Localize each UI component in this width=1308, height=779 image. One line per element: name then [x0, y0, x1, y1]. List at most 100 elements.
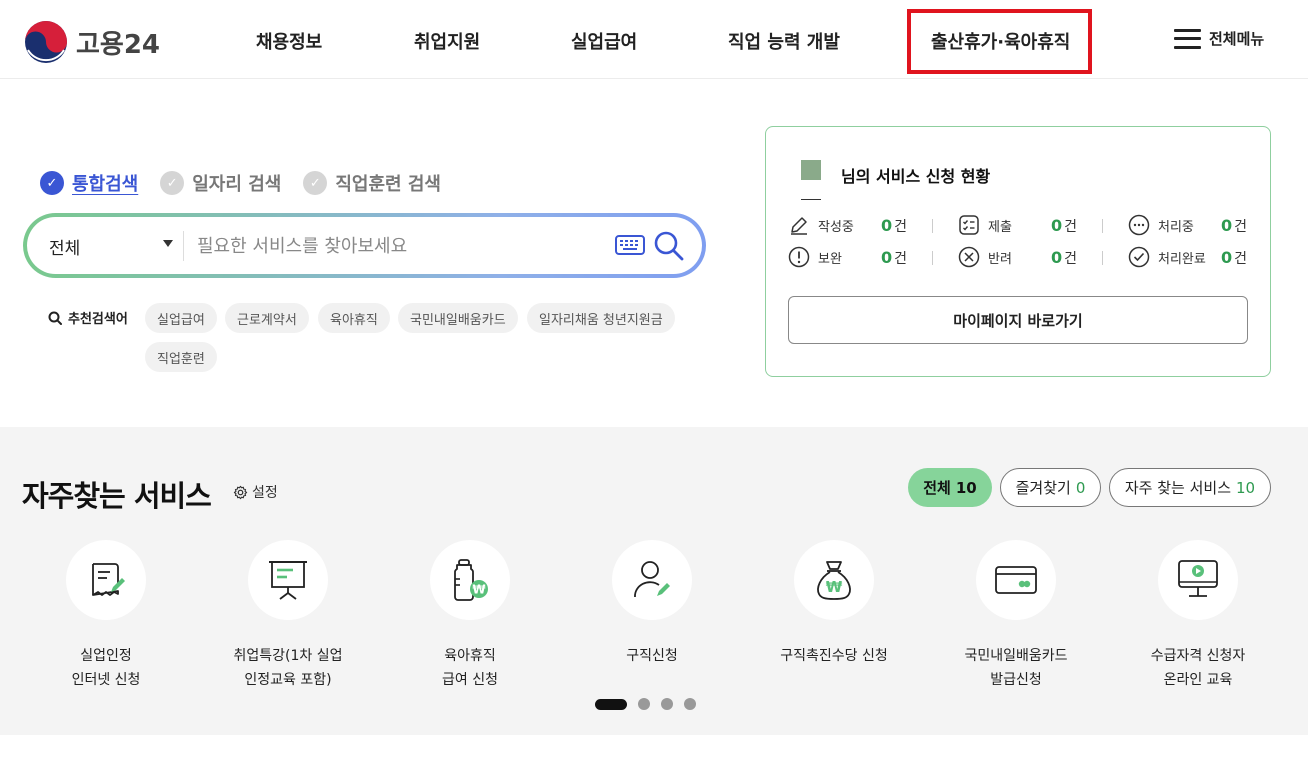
status-completed[interactable]: 처리완료	[1128, 246, 1206, 268]
checklist-icon	[959, 215, 979, 235]
status-count: 0건	[1051, 216, 1077, 236]
logo-text: 고용24	[76, 29, 161, 60]
carousel-dot-3[interactable]	[661, 698, 673, 710]
tab-training-search[interactable]: ✓ 직업훈련 검색	[303, 170, 441, 196]
service-unemployment-recognition[interactable]: 실업인정 인터넷 신청	[15, 540, 197, 692]
status-label: 반려	[988, 251, 1012, 267]
nav-employment-support[interactable]: 취업지원	[414, 28, 480, 54]
status-label: 처리중	[1158, 219, 1194, 235]
nav-unemployment-benefit[interactable]: 실업급여	[571, 28, 637, 54]
status-writing[interactable]: 작성중	[788, 214, 854, 236]
caret-down-icon[interactable]	[163, 240, 173, 247]
document-pen-icon	[92, 563, 125, 596]
tab-integrated-search[interactable]: ✓ 통합검색	[40, 170, 138, 196]
search-tabs: ✓ 통합검색 ✓ 일자리 검색 ✓ 직업훈련 검색	[40, 170, 441, 196]
status-supplement[interactable]: 보완	[788, 246, 842, 268]
all-menu-label: 전체메뉴	[1209, 30, 1265, 48]
status-label: 작성중	[818, 219, 854, 235]
filter-all[interactable]: 전체 10	[908, 468, 992, 507]
service-label: 구직신청	[626, 648, 678, 664]
service-employment-lecture[interactable]: 취업특강(1차 실업 인정교육 포함)	[197, 540, 379, 692]
filter-count: 10	[1236, 478, 1256, 497]
divider	[932, 251, 933, 265]
count-unit: 건	[1234, 251, 1248, 267]
status-rejected[interactable]: 반려	[958, 246, 1012, 268]
check-icon: ✓	[40, 171, 64, 195]
service-label: 구직촉진수당 신청	[780, 648, 888, 664]
nav-highlight-box	[907, 9, 1092, 74]
service-job-application[interactable]: 구직신청	[561, 540, 743, 668]
carousel-dot-4[interactable]	[684, 698, 696, 710]
search-icon	[48, 311, 62, 325]
service-label: 국민내일배움카드 발급신청	[964, 648, 1068, 688]
divider	[1102, 219, 1103, 233]
avatar	[801, 160, 821, 180]
recommend-label: 추천검색어	[48, 308, 128, 327]
service-label: 취업특강(1차 실업 인정교육 포함)	[233, 648, 343, 688]
gear-icon	[233, 485, 248, 499]
filter-count: 10	[955, 478, 977, 497]
count-value: 0	[1221, 248, 1233, 267]
service-job-promotion-allowance[interactable]: ₩ 구직촉진수당 신청	[743, 540, 925, 668]
keyword-chip[interactable]: 실업급여	[145, 303, 217, 333]
search-icon[interactable]	[653, 230, 685, 262]
nav-recruit-info[interactable]: 채용정보	[256, 28, 322, 54]
tab-job-search[interactable]: ✓ 일자리 검색	[160, 170, 281, 196]
card-icon	[995, 566, 1037, 594]
keyword-chip[interactable]: 근로계약서	[225, 303, 309, 333]
nav-vocational-training[interactable]: 직업 능력 개발	[728, 28, 840, 54]
filter-favorites[interactable]: 즐겨찾기 0	[1000, 468, 1101, 507]
service-online-education[interactable]: 수급자격 신청자 온라인 교육	[1107, 540, 1289, 692]
keyword-chip[interactable]: 직업훈련	[145, 342, 217, 372]
divider	[1102, 251, 1103, 265]
status-count: 0건	[1051, 248, 1077, 268]
status-count: 0건	[881, 216, 907, 236]
service-icon-circle	[248, 540, 328, 620]
service-label: 수급자격 신청자 온라인 교육	[1150, 648, 1246, 688]
service-icon-circle	[976, 540, 1056, 620]
recommend-label-text: 추천검색어	[68, 312, 128, 327]
service-icon-circle	[612, 540, 692, 620]
search-scope-select[interactable]: 전체	[49, 234, 80, 259]
count-value: 0	[1051, 248, 1063, 267]
check-icon: ✓	[303, 171, 328, 195]
exclamation-icon	[788, 246, 810, 268]
keyword-chip[interactable]: 육아휴직	[318, 303, 390, 333]
monitor-play-icon	[1178, 560, 1218, 597]
count-unit: 건	[894, 219, 908, 235]
x-circle-icon	[958, 246, 980, 268]
service-icon-circle: ₩	[794, 540, 874, 620]
check-icon: ✓	[160, 171, 185, 195]
status-submitted[interactable]: 제출	[958, 214, 1012, 236]
settings-button[interactable]: 설정	[233, 482, 278, 502]
service-status-panel: 님의 서비스 신청 현황 작성중 0건 제출 0건 처리중 0건 보완 0건 반…	[765, 126, 1271, 377]
keyboard-icon[interactable]	[615, 235, 645, 255]
carousel-dot-1[interactable]	[595, 698, 627, 710]
svg-text:₩: ₩	[472, 583, 486, 597]
status-count: 0건	[1221, 216, 1247, 236]
tab-label: 직업훈련 검색	[335, 174, 441, 195]
count-value: 0	[1221, 216, 1233, 235]
settings-label: 설정	[252, 485, 278, 501]
check-circle-icon	[1128, 246, 1150, 268]
divider	[801, 199, 821, 200]
keyword-chip[interactable]: 일자리채움 청년지원금	[527, 303, 675, 333]
filter-label: 전체	[923, 479, 951, 497]
service-label: 육아휴직 급여 신청	[442, 648, 498, 688]
filter-frequent[interactable]: 자주 찾는 서비스 10	[1109, 468, 1271, 507]
keyword-chip[interactable]: 국민내일배움카드	[398, 303, 518, 333]
search-input[interactable]	[197, 227, 607, 265]
search-inner: 전체	[27, 217, 702, 274]
all-menu-button[interactable]: 전체메뉴	[1174, 28, 1264, 49]
mypage-button[interactable]: 마이페이지 바로가기	[788, 296, 1248, 344]
status-processing[interactable]: 처리중	[1128, 214, 1194, 236]
count-value: 0	[1051, 216, 1063, 235]
hamburger-icon	[1174, 28, 1201, 49]
divider	[183, 231, 184, 261]
service-parental-leave-benefit[interactable]: ₩ 육아휴직 급여 신청	[379, 540, 561, 692]
site-logo[interactable]: 고용24	[24, 20, 160, 64]
frequent-services-section: 자주찾는 서비스 설정 전체 10 즐겨찾기 0 자주 찾는 서비스 10 실업인정 …	[0, 427, 1308, 735]
tab-label: 통합검색	[72, 174, 139, 195]
service-learning-card[interactable]: 국민내일배움카드 발급신청	[925, 540, 1107, 692]
carousel-dot-2[interactable]	[638, 698, 650, 710]
